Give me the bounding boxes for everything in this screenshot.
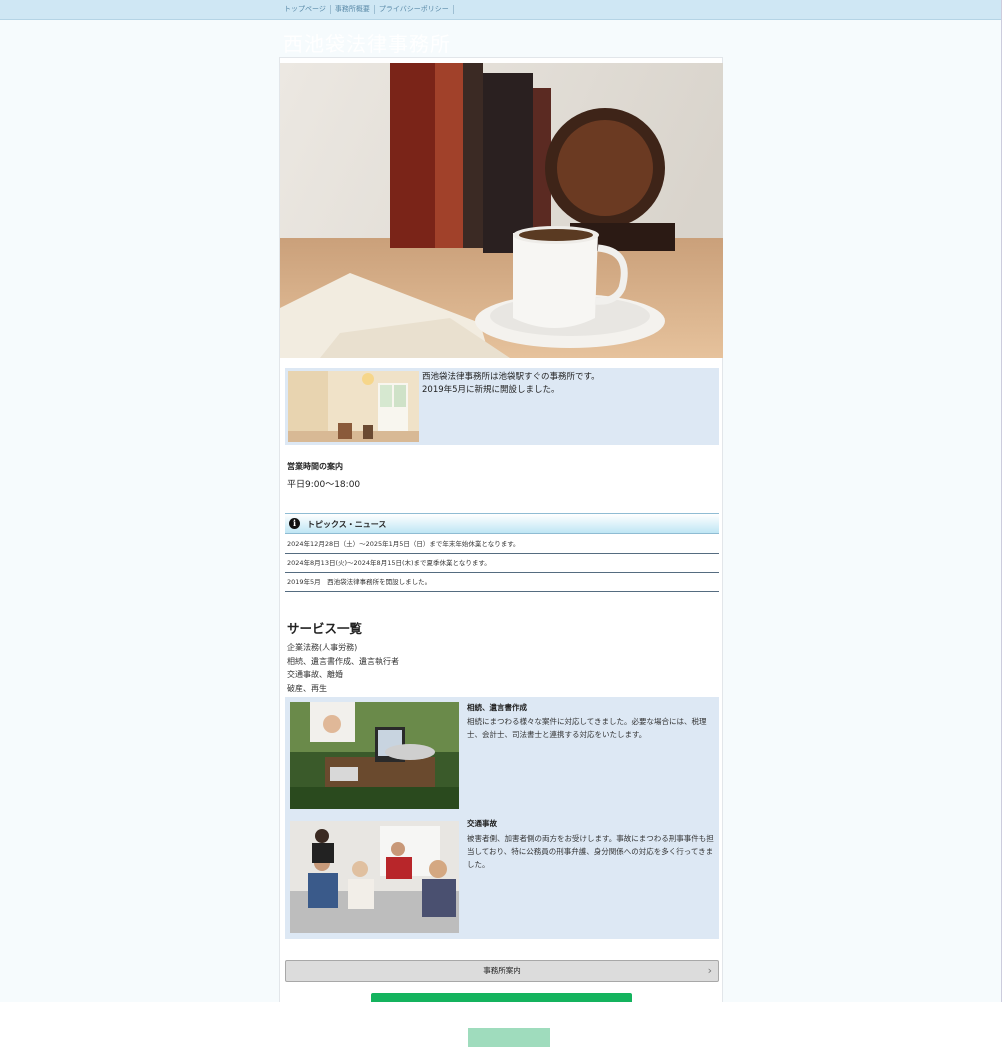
news-item: 2019年5月 西池袋法律事務所を開設しました。 (285, 573, 719, 592)
topics-header: i トピックス・ニュース (285, 513, 719, 534)
hero-image (280, 63, 723, 358)
service-list-item: 相続、遺言書作成、遺言執行者 (287, 656, 399, 666)
business-hours-value: 平日9:00〜18:00 (287, 480, 361, 490)
service-card-heading: 相続、遺言書作成 (467, 703, 527, 712)
service-list-item: 破産、再生 (287, 683, 327, 693)
intro-line-2: 2019年5月に新規に開設しました。 (422, 385, 560, 395)
nav-link-office[interactable]: 事務所概要 (331, 5, 375, 14)
office-guide-button[interactable]: 事務所案内 › (285, 960, 719, 982)
main-content: 西池袋法律事務所は池袋駅すぐの事務所です。 2019年5月に新規に開設しました。… (279, 57, 723, 1002)
nav-link-top[interactable]: トップページ (284, 5, 331, 14)
service-list-item: 交通事故、離婚 (287, 670, 343, 679)
intro-text: 西池袋法律事務所は池袋駅すぐの事務所です。 2019年5月に新規に開設しました。 (422, 371, 600, 397)
contact-button[interactable] (371, 993, 632, 1002)
browser-viewport: トップページ 事務所概要 プライバシーポリシー 西池袋法律事務所 西池袋法律事務… (0, 0, 1002, 1002)
site-title[interactable]: 西池袋法律事務所 (283, 28, 451, 57)
news-item: 2024年12月28日（土）〜2025年1月5日（日）まで年末年始休業となります… (285, 535, 719, 554)
service-card-body: 相続にまつわる様々な案件に対応してきました。必要な場合には、税理士、会計士、司法… (467, 717, 707, 739)
top-navigation: トップページ 事務所概要 プライバシーポリシー (284, 5, 454, 14)
top-navigation-bar: トップページ 事務所概要 プライバシーポリシー (0, 0, 1001, 20)
office-interior-image (288, 371, 419, 442)
services-title: サービス一覧 (287, 621, 363, 636)
inheritance-meeting-image (290, 702, 459, 809)
chevron-right-icon: › (707, 964, 712, 977)
services-list: 企業法務(人事労務) 相続、遺言書作成、遺言執行者 交通事故、離婚 破産、再生 (287, 641, 399, 695)
service-card-body: 被害者側、加害者側の両方をお受けします。事故にまつわる刑事事件も担当しており、特… (467, 834, 714, 869)
office-guide-label: 事務所案内 (483, 966, 521, 975)
business-hours-title: 営業時間の案内 (287, 462, 343, 471)
info-icon: i (289, 518, 300, 529)
traffic-accident-meeting-image (290, 821, 459, 933)
footer-badge (468, 1028, 550, 1047)
service-list-item: 企業法務(人事労務) (287, 643, 358, 652)
nav-link-privacy[interactable]: プライバシーポリシー (375, 5, 454, 14)
news-item: 2024年8月13日(火)〜2024年8月15日(木)まで夏季休業となります。 (285, 554, 719, 573)
topics-heading: トピックス・ニュース (307, 520, 387, 529)
services-panel: 相続、遺言書作成 相続にまつわる様々な案件に対応してきました。必要な場合には、税… (285, 697, 719, 939)
service-card-heading: 交通事故 (467, 819, 497, 828)
intro-line-1: 西池袋法律事務所は池袋駅すぐの事務所です。 (422, 372, 600, 382)
intro-panel: 西池袋法律事務所は池袋駅すぐの事務所です。 2019年5月に新規に開設しました。 (285, 368, 719, 445)
